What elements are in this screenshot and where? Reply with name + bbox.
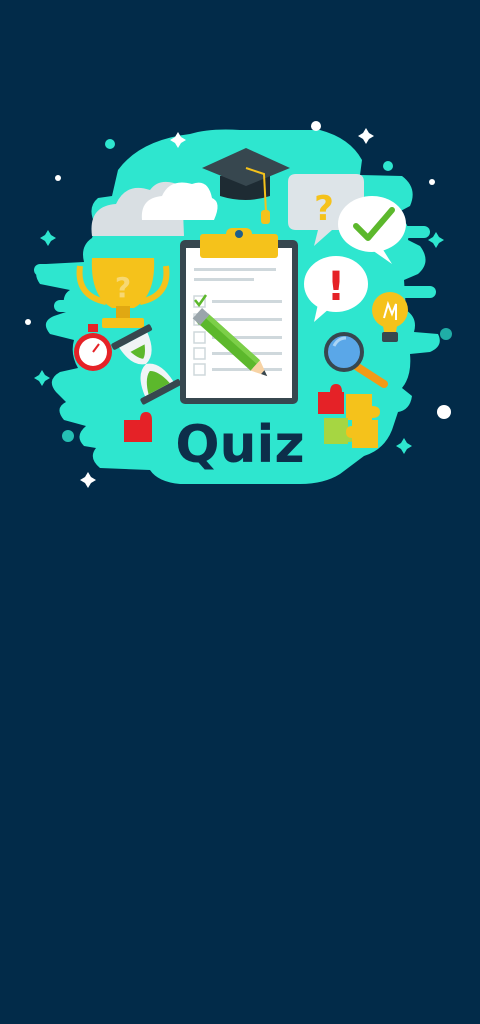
trophy-question-mark: ? (115, 271, 131, 304)
quiz-splash-illustration: ? ! ? Quiz (25, 121, 452, 488)
splash-screen: ? ! ? Quiz (0, 0, 480, 1024)
bubble-exclamation-mark: ! (327, 264, 345, 310)
bubble-question-mark: ? (314, 189, 334, 229)
app-title: Quiz (175, 415, 304, 475)
